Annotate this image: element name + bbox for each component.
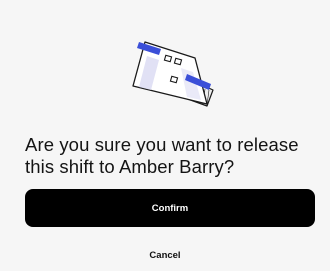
calendar-icon bbox=[132, 41, 214, 107]
cancel-button[interactable]: Cancel bbox=[120, 247, 210, 263]
release-shift-dialog: Are you sure you want to release this sh… bbox=[0, 0, 330, 271]
confirm-button[interactable]: Confirm bbox=[25, 189, 315, 227]
dialog-question: Are you sure you want to release this sh… bbox=[25, 134, 299, 177]
